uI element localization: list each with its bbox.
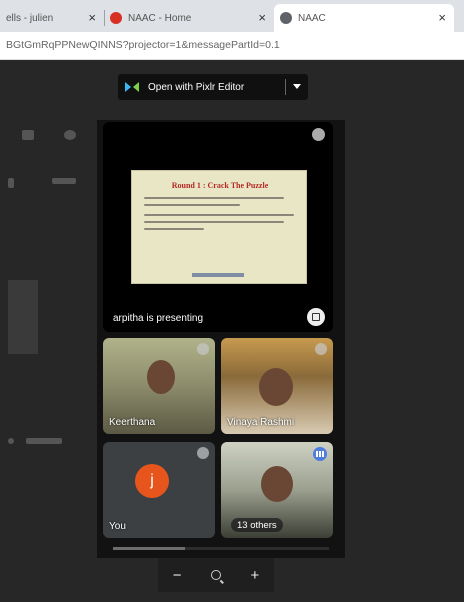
fullscreen-icon xyxy=(312,313,320,321)
participant-name: Vinaya Rashmi xyxy=(227,417,295,428)
red-logo-icon xyxy=(110,12,122,24)
open-with-label: Open with Pixlr Editor xyxy=(148,81,245,93)
slide-title: Round 1 : Crack The Puzzle xyxy=(171,181,269,190)
filmstrip-scrollbar[interactable] xyxy=(113,547,185,550)
slide-text-line xyxy=(144,204,240,206)
globe-icon xyxy=(280,12,292,24)
slide-text-line xyxy=(144,221,284,223)
mic-off-icon xyxy=(197,447,209,459)
more-options-icon[interactable] xyxy=(312,128,325,141)
slide-toolbar xyxy=(192,273,244,277)
nav-icon xyxy=(8,178,14,188)
slide-text-line xyxy=(144,214,294,216)
image-viewer: Open with Pixlr Editor Round 1 : Crack T… xyxy=(0,60,464,602)
pixlr-logo-icon xyxy=(125,82,139,92)
zoom-out-button[interactable]: − xyxy=(173,567,182,584)
zoom-controls: − + xyxy=(158,558,274,592)
participant-video xyxy=(259,368,293,406)
attachment-thumbnail xyxy=(8,280,38,354)
inbox-icon xyxy=(22,130,34,140)
browser-tab[interactable]: NAAC - Home × xyxy=(104,4,274,32)
browser-tab-strip: ells - julien × NAAC - Home × NAAC × xyxy=(0,0,464,32)
slide-text-line xyxy=(144,197,284,199)
participant-video xyxy=(261,466,293,502)
participant-tile-others: 13 others xyxy=(221,442,333,538)
close-tab-icon[interactable]: × xyxy=(438,10,446,25)
participant-tile: Keerthana xyxy=(103,338,215,434)
others-count-pill: 13 others xyxy=(231,518,283,532)
address-bar[interactable]: BGtGmRqPPNewQINNS?projector=1&messagePar… xyxy=(0,32,464,60)
speaking-indicator-icon xyxy=(313,447,327,461)
close-tab-icon[interactable]: × xyxy=(88,10,96,25)
url-text: BGtGmRqPPNewQINNS?projector=1&messagePar… xyxy=(6,39,280,51)
background-page xyxy=(0,60,100,602)
mic-off-icon xyxy=(315,343,327,355)
zoom-in-button[interactable]: + xyxy=(250,567,259,584)
close-tab-icon[interactable]: × xyxy=(258,10,266,25)
zoom-reset-icon[interactable] xyxy=(210,570,221,580)
meet-screenshot: Round 1 : Crack The Puzzle arpitha is pr… xyxy=(97,120,345,558)
tab-label: ells - julien xyxy=(6,12,54,24)
participant-tile: Vinaya Rashmi xyxy=(221,338,333,434)
participant-video xyxy=(147,360,175,394)
browser-tab[interactable]: ells - julien × xyxy=(0,4,104,32)
chevron-down-icon[interactable] xyxy=(293,84,301,89)
row-text-placeholder xyxy=(26,438,62,444)
tab-label: NAAC xyxy=(298,12,326,24)
participant-tile-self: j You xyxy=(103,442,215,538)
presenter-label: arpitha is presenting xyxy=(113,313,204,324)
participant-name: Keerthana xyxy=(109,417,156,428)
settings-icon xyxy=(64,130,76,140)
open-with-button[interactable]: Open with Pixlr Editor xyxy=(118,74,308,100)
menu-text-placeholder xyxy=(52,178,76,184)
tab-label: NAAC - Home xyxy=(128,12,192,24)
fullscreen-button[interactable] xyxy=(307,308,325,326)
presentation-tile: Round 1 : Crack The Puzzle arpitha is pr… xyxy=(103,122,333,332)
button-divider xyxy=(285,79,286,95)
browser-tab-active[interactable]: NAAC × xyxy=(274,4,454,32)
presentation-slide: Round 1 : Crack The Puzzle xyxy=(131,170,307,284)
list-bullet-icon xyxy=(8,438,14,444)
mic-off-icon xyxy=(197,343,209,355)
avatar: j xyxy=(135,464,169,498)
slide-text-line xyxy=(144,228,204,230)
participant-name: You xyxy=(109,521,126,532)
